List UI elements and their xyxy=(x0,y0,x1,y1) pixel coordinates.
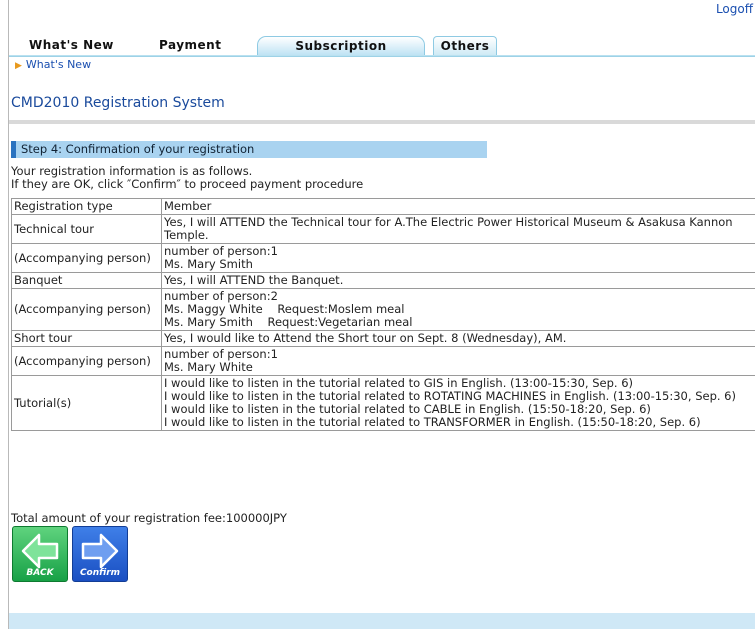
tab-others[interactable]: Others xyxy=(433,36,497,55)
row-label: Short tour xyxy=(11,330,162,347)
table-row: Short tour Yes, I would like to Attend t… xyxy=(11,330,755,347)
intro-line-2: If they are OK, click ″Confirm″ to proce… xyxy=(11,177,364,191)
row-value: Member xyxy=(161,198,755,215)
registration-table: Registration type Member Technical tour … xyxy=(11,198,755,431)
tab-subscription[interactable]: Subscription xyxy=(257,36,425,55)
left-arrow-icon xyxy=(21,533,59,569)
row-value: number of person:2 Ms. Maggy White Reque… xyxy=(161,288,755,331)
step-heading: Step 4: Confirmation of your registratio… xyxy=(11,141,487,158)
row-label: (Accompanying person) xyxy=(11,288,162,331)
value-line: Yes, I will ATTEND the Technical tour fo… xyxy=(164,215,733,242)
right-arrow-icon xyxy=(81,533,119,569)
tab-bar: What's New Payment Subscription Others xyxy=(9,36,755,58)
row-value: Yes, I will ATTEND the Banquet. xyxy=(161,272,755,289)
divider xyxy=(9,120,755,124)
footer-bar xyxy=(9,613,755,629)
back-button[interactable]: BACK xyxy=(12,526,68,582)
intro-text: Your registration information is as foll… xyxy=(11,165,363,191)
row-label: Technical tour xyxy=(11,214,162,244)
row-value: I would like to listen in the tutorial r… xyxy=(161,375,755,431)
value-line: Yes, I would like to Attend the Short to… xyxy=(164,331,567,345)
value-line: Ms. Mary White xyxy=(164,360,253,374)
page-title: CMD2010 Registration System xyxy=(11,95,225,111)
row-label: Registration type xyxy=(11,198,162,215)
page-frame: Logoff What's New Payment Subscription O… xyxy=(8,0,755,629)
table-row: (Accompanying person) number of person:1… xyxy=(11,243,755,273)
table-row: Technical tour Yes, I will ATTEND the Te… xyxy=(11,214,755,244)
row-label: (Accompanying person) xyxy=(11,243,162,273)
back-button-label: BACK xyxy=(26,568,54,578)
row-label: Banquet xyxy=(11,272,162,289)
table-row: (Accompanying person) number of person:2… xyxy=(11,288,755,331)
breadcrumb-whats-new-link[interactable]: What's New xyxy=(26,58,91,71)
logoff-link[interactable]: Logoff xyxy=(716,2,753,16)
tab-whats-new[interactable]: What's New xyxy=(29,38,114,52)
value-line: Ms. Mary Smith Request:Vegetarian meal xyxy=(164,315,413,329)
total-fee: Total amount of your registration fee:10… xyxy=(11,511,287,525)
row-value: number of person:1 Ms. Mary White xyxy=(161,346,755,376)
table-row: Registration type Member xyxy=(11,198,755,215)
row-label: Tutorial(s) xyxy=(11,375,162,431)
confirm-button-label: Confirm xyxy=(79,568,121,578)
table-row: Banquet Yes, I will ATTEND the Banquet. xyxy=(11,272,755,289)
value-line: Member xyxy=(164,199,212,213)
row-value: number of person:1 Ms. Mary Smith xyxy=(161,243,755,273)
value-line: Ms. Mary Smith xyxy=(164,257,253,271)
tab-payment[interactable]: Payment xyxy=(159,38,221,52)
value-line: Yes, I will ATTEND the Banquet. xyxy=(164,273,344,287)
row-value: Yes, I will ATTEND the Technical tour fo… xyxy=(161,214,755,244)
triangle-right-icon: ▶ xyxy=(15,61,22,71)
confirm-button[interactable]: Confirm xyxy=(72,526,128,582)
value-line: I would like to listen in the tutorial r… xyxy=(164,415,701,429)
breadcrumb: ▶ What's New xyxy=(15,58,91,71)
table-row: Tutorial(s) I would like to listen in th… xyxy=(11,375,755,431)
row-label: (Accompanying person) xyxy=(11,346,162,376)
row-value: Yes, I would like to Attend the Short to… xyxy=(161,330,755,347)
table-row: (Accompanying person) number of person:1… xyxy=(11,346,755,376)
